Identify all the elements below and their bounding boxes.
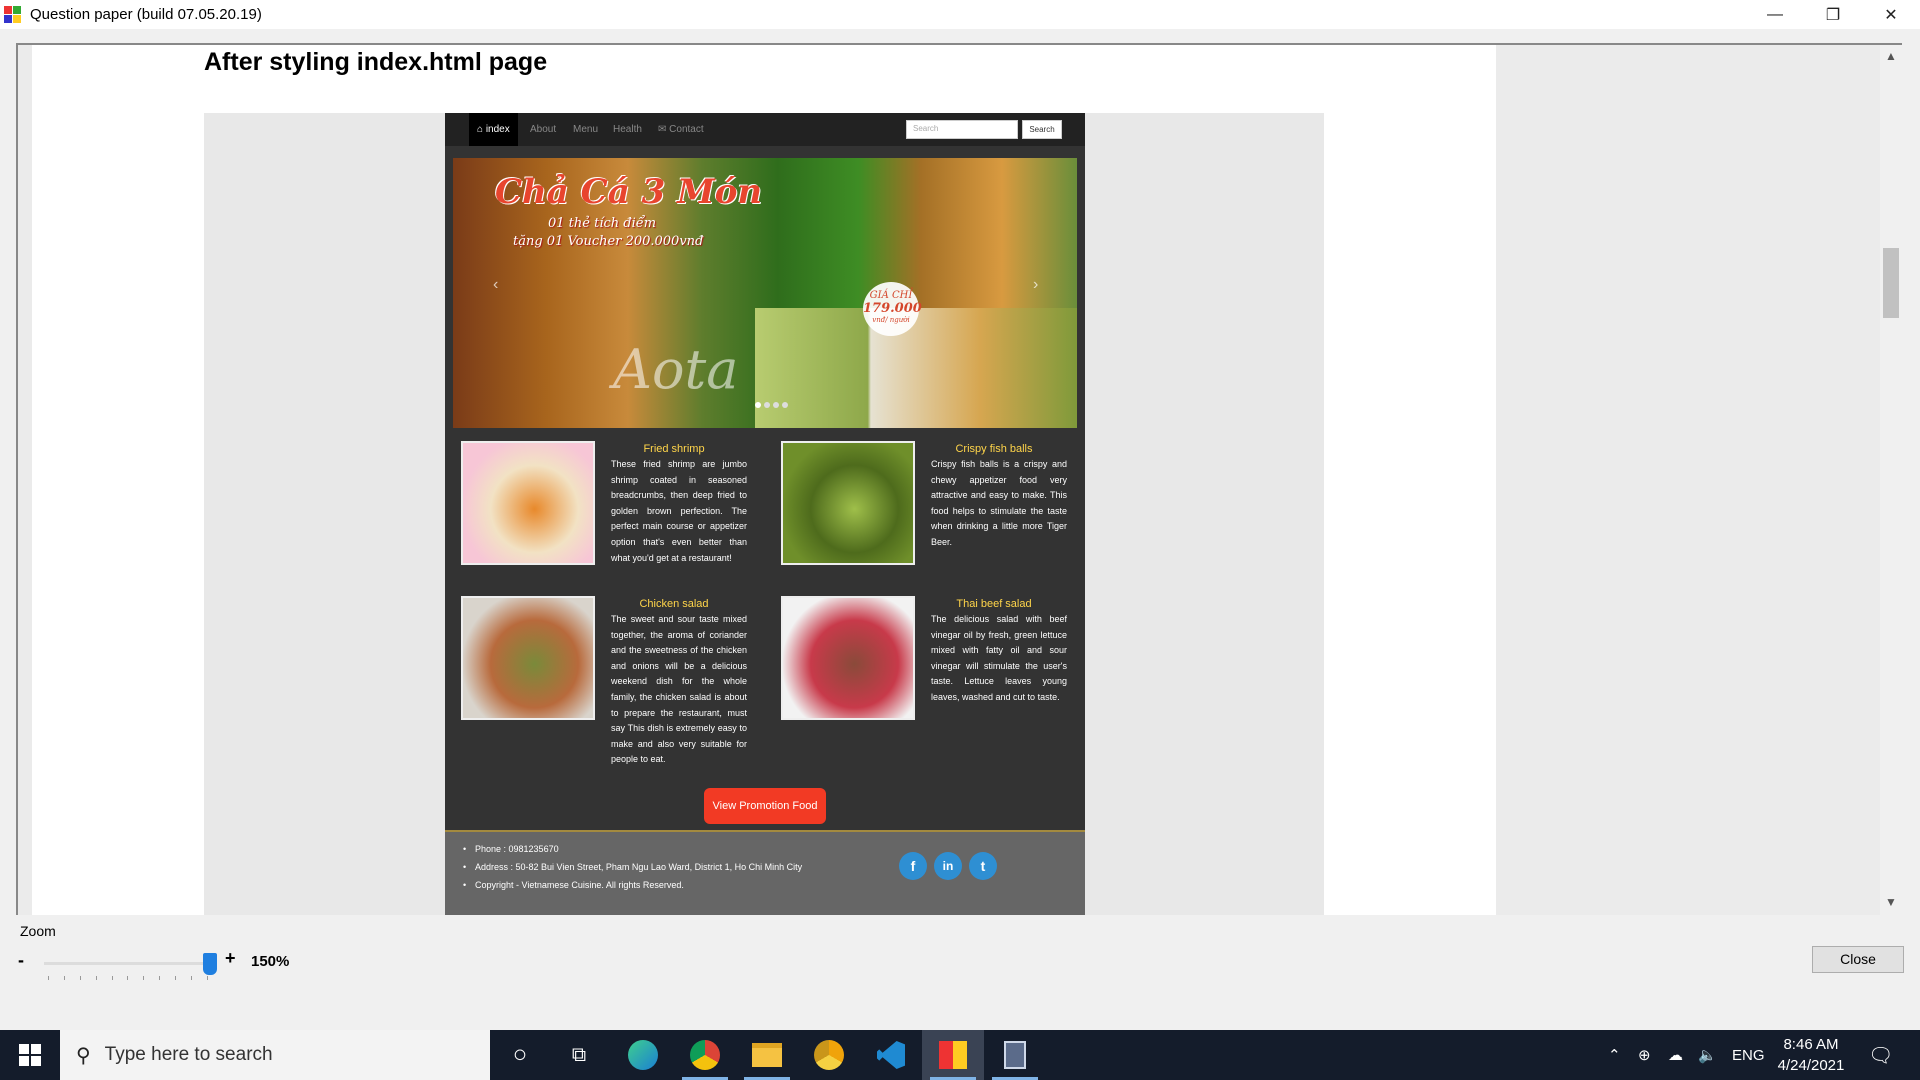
twitter-icon[interactable]: t bbox=[969, 852, 997, 880]
banner-logo: Aota bbox=[613, 338, 739, 401]
language-indicator[interactable]: ENG bbox=[1732, 1030, 1765, 1080]
food-description: The sweet and sour taste mixed together,… bbox=[611, 614, 747, 765]
task-view-icon[interactable]: ⧉ bbox=[548, 1030, 610, 1080]
nav-item-menu[interactable]: Menu bbox=[573, 113, 598, 146]
notification-icon[interactable]: 🗨 bbox=[1868, 1030, 1893, 1080]
facebook-icon[interactable]: f bbox=[899, 852, 927, 880]
footer-copyright: Copyright - Vietnamese Cuisine. All righ… bbox=[463, 876, 803, 894]
question-paper-icon[interactable] bbox=[922, 1030, 984, 1080]
food-card-fried-shrimp: Fried shrimp These fried shrimp are jumb… bbox=[461, 441, 771, 591]
zoom-label: Zoom bbox=[20, 923, 56, 939]
windows-logo-icon bbox=[19, 1044, 41, 1066]
site-navbar: ⌂ index About Menu Health ✉ Contact Sear… bbox=[445, 113, 1085, 146]
taskbar-search-placeholder: Type here to search bbox=[104, 1044, 273, 1065]
food-card-thai-beef-salad: Thai beef salad The delicious salad with… bbox=[781, 596, 1091, 746]
promo-banner: Chả Cá 3 Món 01 thẻ tích điểm tặng 01 Vo… bbox=[453, 158, 1077, 428]
food-description: The delicious salad with beef vinegar oi… bbox=[931, 614, 1067, 702]
taskbar-search-box[interactable]: ⚲ Type here to search bbox=[60, 1030, 490, 1080]
carousel-prev-icon[interactable]: ‹ bbox=[493, 276, 498, 294]
search-icon: ⚲ bbox=[76, 1044, 91, 1067]
nav-label: index bbox=[485, 124, 510, 135]
nav-item-about[interactable]: About bbox=[530, 113, 556, 146]
scroll-up-icon[interactable]: ▲ bbox=[1880, 49, 1902, 63]
mail-icon: ✉ bbox=[658, 124, 667, 135]
view-promotion-button[interactable]: View Promotion Food bbox=[704, 788, 826, 824]
zoom-in-button[interactable]: + bbox=[225, 948, 236, 969]
vertical-scrollbar[interactable]: ▲ ▼ bbox=[1880, 45, 1902, 915]
taskbar: ⚲ Type here to search ○ ⧉ ⌃ ⊕ ☁ 🔈 ENG 8:… bbox=[0, 1030, 1920, 1080]
nav-item-contact[interactable]: ✉ Contact bbox=[658, 113, 704, 146]
system-clock[interactable]: 8:46 AM 4/24/2021 bbox=[1766, 1034, 1856, 1076]
food-image bbox=[461, 441, 595, 565]
zoom-value: 150% bbox=[251, 953, 290, 970]
food-image bbox=[461, 596, 595, 720]
site-search-input[interactable]: Search bbox=[906, 120, 1018, 139]
close-window-button[interactable]: ✕ bbox=[1862, 0, 1920, 29]
vscode-icon[interactable] bbox=[860, 1030, 922, 1080]
minimize-button[interactable]: — bbox=[1746, 0, 1804, 29]
price-unit: vnđ/ người bbox=[872, 316, 910, 324]
footer-address: Address : 50-82 Bui Vien Street, Pham Ng… bbox=[463, 858, 803, 876]
banner-price-badge: GIÁ CHỈ 179.000 vnđ/ người bbox=[863, 282, 922, 336]
scroll-down-icon[interactable]: ▼ bbox=[1880, 895, 1902, 909]
onedrive-icon[interactable]: ☁ bbox=[1668, 1030, 1683, 1080]
website-screenshot: ⌂ index About Menu Health ✉ Contact Sear… bbox=[445, 113, 1085, 915]
footer-phone: Phone : 0981235670 bbox=[463, 840, 803, 858]
document-heading: After styling index.html page bbox=[204, 48, 548, 76]
price-value: 179.000 bbox=[863, 301, 922, 316]
carousel-dot[interactable] bbox=[773, 402, 779, 408]
window-title-bar: Question paper (build 07.05.20.19) — ❐ ✕ bbox=[0, 0, 1920, 29]
banner-subtitle: 01 thẻ tích điểm bbox=[548, 216, 657, 231]
zoom-out-button[interactable]: - bbox=[18, 950, 24, 971]
calculator-icon[interactable] bbox=[984, 1030, 1046, 1080]
start-button[interactable] bbox=[0, 1030, 60, 1080]
cortana-icon[interactable]: ○ bbox=[489, 1030, 551, 1080]
zoom-slider-ticks bbox=[48, 976, 208, 980]
carousel-dot[interactable] bbox=[764, 402, 770, 408]
food-image bbox=[781, 596, 915, 720]
food-card-chicken-salad: Chicken salad The sweet and sour taste m… bbox=[461, 596, 771, 764]
network-icon[interactable]: ⊕ bbox=[1638, 1030, 1651, 1080]
file-explorer-icon[interactable] bbox=[736, 1030, 798, 1080]
carousel-next-icon[interactable]: › bbox=[1033, 276, 1038, 294]
food-title: Crispy fish balls bbox=[955, 443, 1033, 455]
food-title: Chicken salad bbox=[639, 598, 709, 610]
food-description: Crispy fish balls is a crispy and chewy … bbox=[931, 459, 1067, 547]
zoom-slider-thumb[interactable] bbox=[203, 953, 217, 975]
food-card-crispy-fish-balls: Crispy fish balls Crispy fish balls is a… bbox=[781, 441, 1091, 591]
food-description: These fried shrimp are jumbo shrimp coat… bbox=[611, 459, 747, 563]
footer-info-list: Phone : 0981235670 Address : 50-82 Bui V… bbox=[463, 840, 803, 894]
clock-time: 8:46 AM bbox=[1783, 1036, 1839, 1053]
banner-voucher: tặng 01 Voucher 200.000vnđ bbox=[513, 234, 704, 249]
carousel-indicators[interactable] bbox=[755, 402, 788, 408]
carousel-dot[interactable] bbox=[755, 402, 761, 408]
scrollbar-thumb[interactable] bbox=[1883, 248, 1899, 318]
show-hidden-icons[interactable]: ⌃ bbox=[1608, 1030, 1621, 1080]
nav-item-index[interactable]: ⌂ index bbox=[469, 113, 518, 146]
app-icon bbox=[4, 5, 22, 24]
nav-label: Contact bbox=[669, 124, 704, 135]
food-image bbox=[781, 441, 915, 565]
banner-food-photo bbox=[755, 308, 1077, 428]
close-button[interactable]: Close bbox=[1812, 946, 1904, 973]
volume-icon[interactable]: 🔈 bbox=[1698, 1030, 1717, 1080]
price-label: GIÁ CHỈ bbox=[869, 290, 913, 301]
home-icon: ⌂ bbox=[477, 124, 484, 135]
site-search-button[interactable]: Search bbox=[1022, 120, 1062, 139]
food-title: Thai beef salad bbox=[956, 598, 1032, 610]
chrome-canary-icon[interactable] bbox=[798, 1030, 860, 1080]
restore-button[interactable]: ❐ bbox=[1804, 0, 1862, 29]
chrome-icon[interactable] bbox=[674, 1030, 736, 1080]
linkedin-icon[interactable]: in bbox=[934, 852, 962, 880]
zoom-slider-track[interactable] bbox=[44, 962, 212, 965]
site-footer: Phone : 0981235670 Address : 50-82 Bui V… bbox=[445, 830, 1085, 915]
window-title: Question paper (build 07.05.20.19) bbox=[30, 6, 262, 23]
nav-item-health[interactable]: Health bbox=[613, 113, 642, 146]
edge-icon[interactable] bbox=[612, 1030, 674, 1080]
food-title: Fried shrimp bbox=[643, 443, 705, 455]
carousel-dot[interactable] bbox=[782, 402, 788, 408]
banner-title: Chả Cá 3 Món bbox=[495, 172, 763, 212]
clock-date: 4/24/2021 bbox=[1777, 1057, 1845, 1074]
